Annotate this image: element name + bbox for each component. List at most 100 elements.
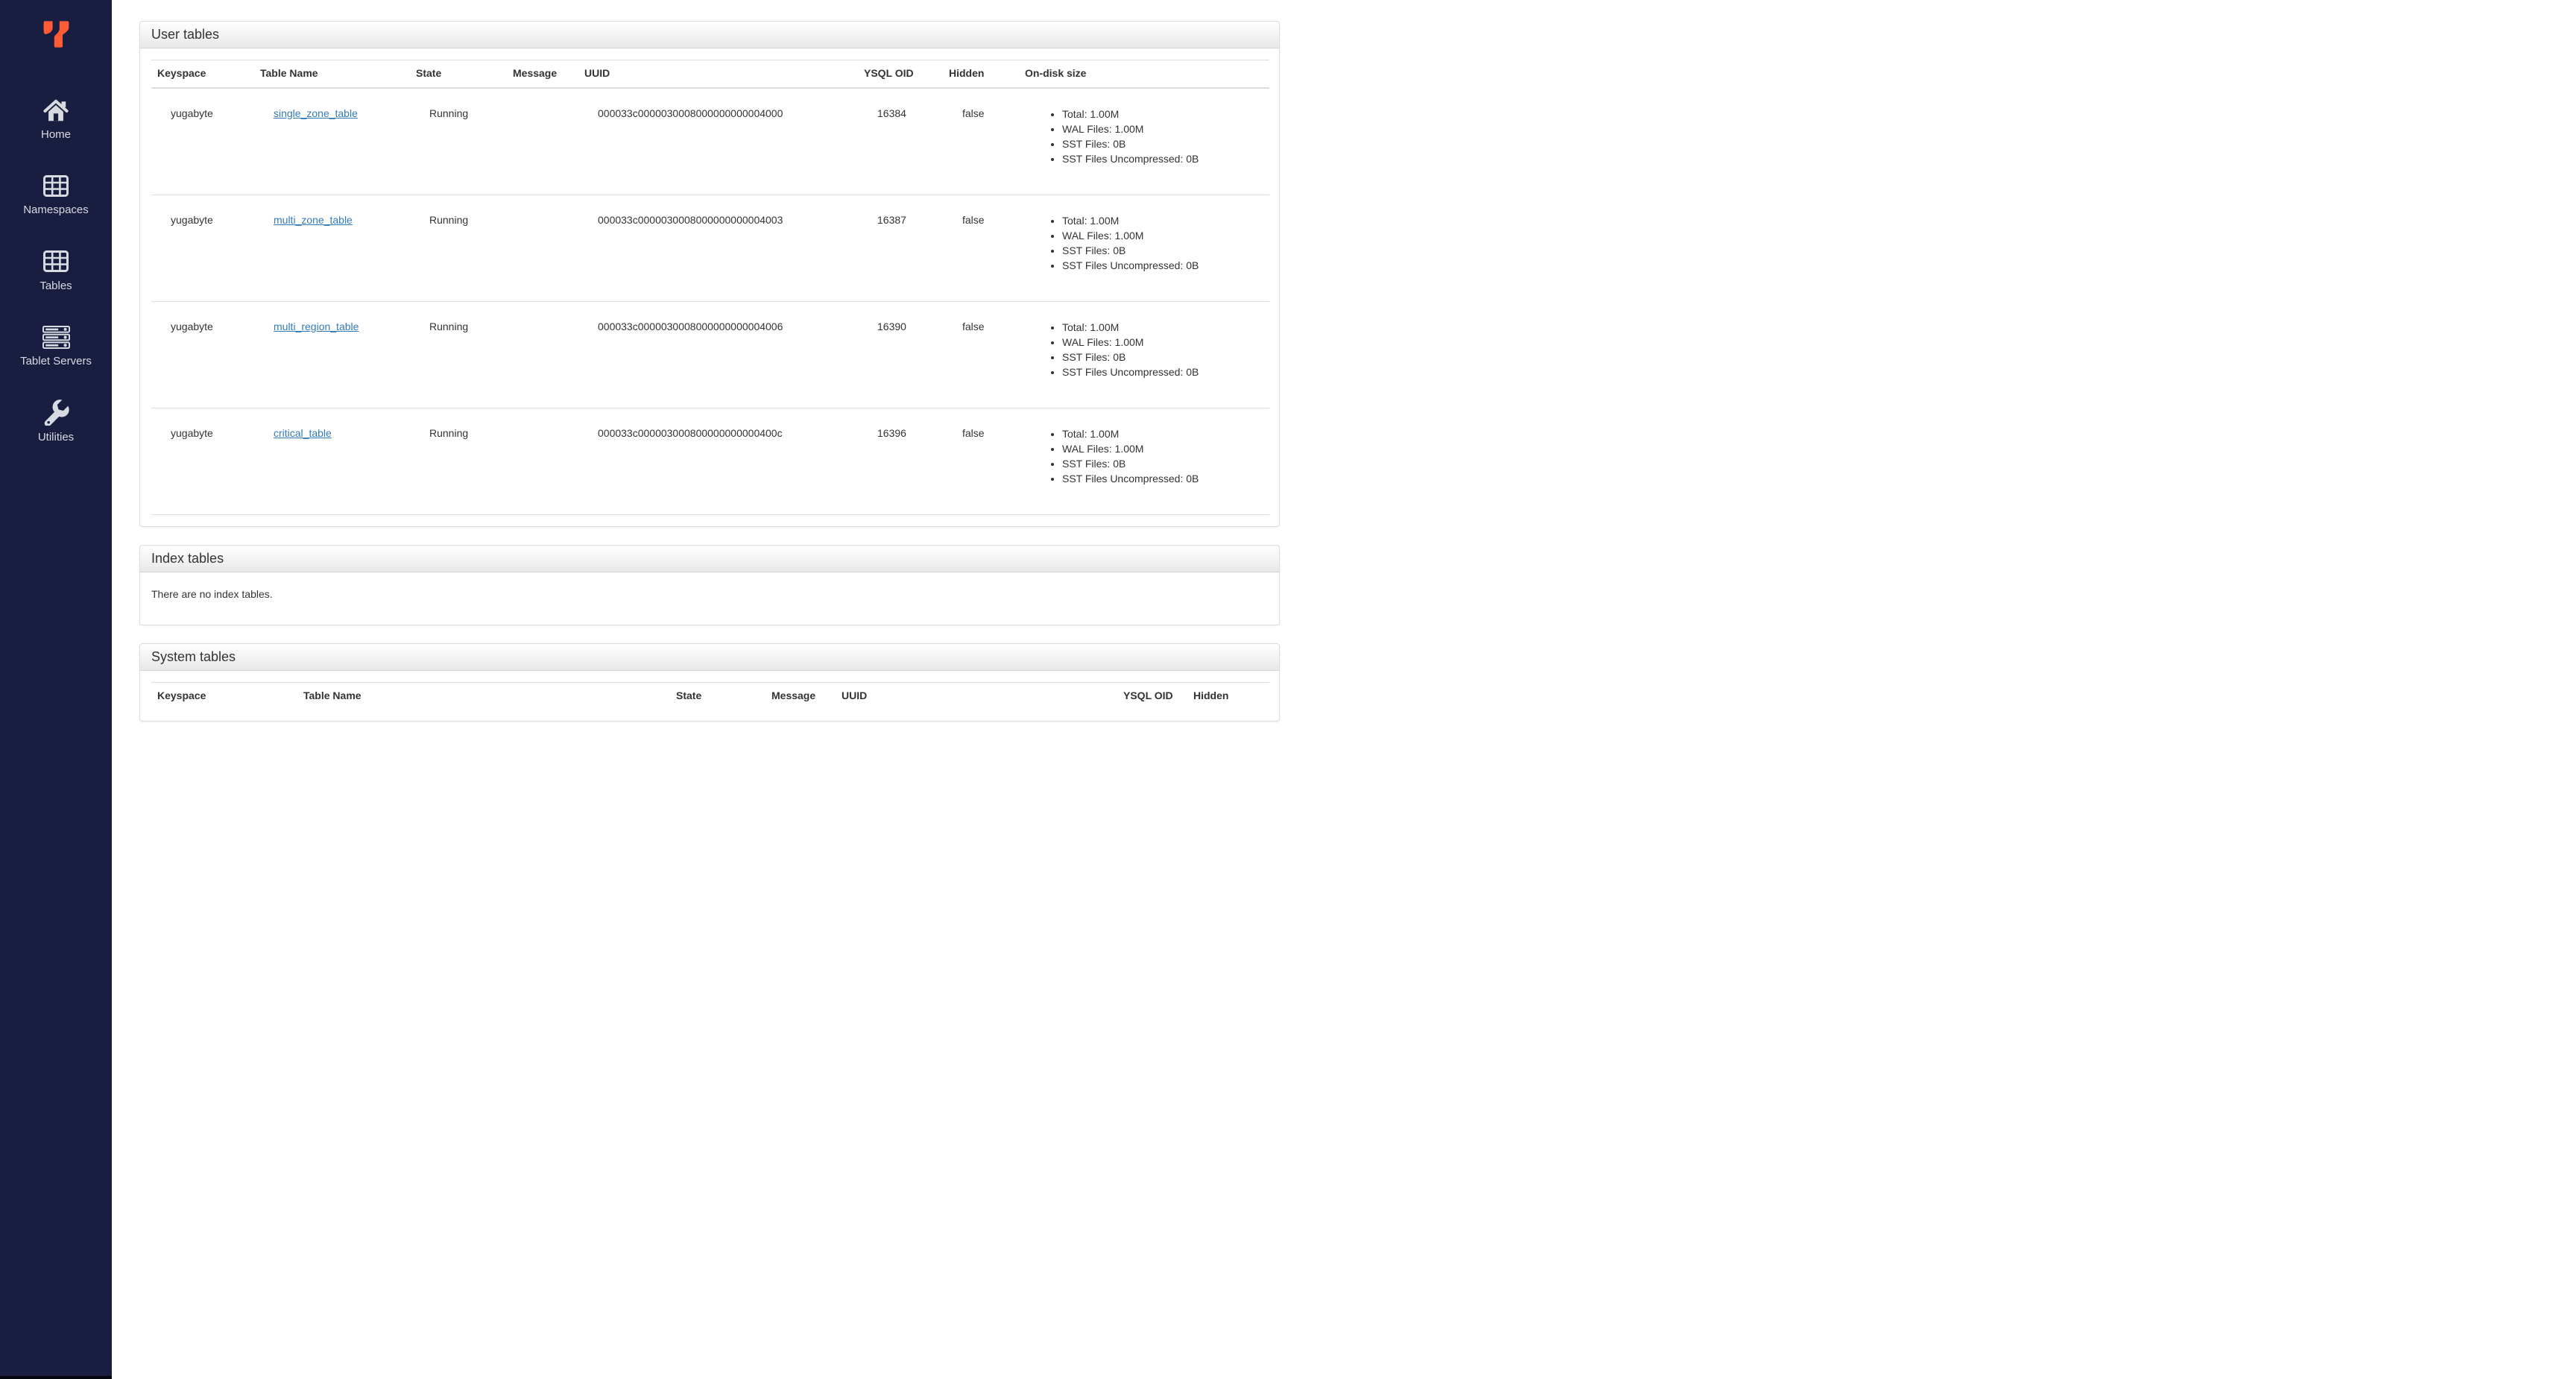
- index-tables-title: Index tables: [140, 545, 1279, 572]
- cell-hidden: false: [943, 408, 1019, 515]
- cell-on-disk-size: Total: 1.00M WAL Files: 1.00M SST Files:…: [1019, 87, 1269, 195]
- index-tables-empty-message: There are no index tables.: [151, 587, 273, 600]
- col-header-on-disk-size: On-disk size: [1019, 59, 1269, 89]
- sidebar-item-label: Tablet Servers: [20, 355, 92, 368]
- cell-table-name: multi_region_table: [254, 301, 410, 408]
- col-header-state: State: [670, 681, 765, 710]
- index-tables-body: There are no index tables.: [140, 572, 1279, 625]
- sidebar-item-utilities[interactable]: Utilities: [0, 400, 112, 445]
- user-tables-title: User tables: [140, 22, 1279, 48]
- on-disk-size-list: Total: 1.00M WAL Files: 1.00M SST Files:…: [1038, 107, 1263, 166]
- col-header-message: Message: [765, 681, 836, 710]
- disk-sst-uncompressed: SST Files Uncompressed: 0B: [1062, 258, 1263, 273]
- cell-uuid: 000033c0000030008000000000004006: [578, 301, 858, 408]
- cell-table-name: critical_table: [254, 408, 410, 515]
- sidebar-item-tables[interactable]: Tables: [0, 248, 112, 294]
- user-tables-panel: User tables Keyspace Table Name State Me…: [139, 21, 1280, 527]
- user-tables-header-row: Keyspace Table Name State Message UUID Y…: [151, 59, 1269, 89]
- system-tables-table: Keyspace Table Name State Message UUID Y…: [151, 681, 1269, 710]
- disk-sst: SST Files: 0B: [1062, 136, 1263, 151]
- index-tables-panel: Index tables There are no index tables.: [139, 544, 1280, 625]
- system-tables-panel: System tables Keyspace Table Name State …: [139, 643, 1280, 722]
- system-tables-body: Keyspace Table Name State Message UUID Y…: [140, 671, 1279, 721]
- disk-wal: WAL Files: 1.00M: [1062, 228, 1263, 243]
- cell-message: [507, 408, 578, 515]
- namespaces-icon: [43, 172, 69, 199]
- cell-uuid: 000033c000003000800000000000400c: [578, 408, 858, 515]
- cell-table-name: single_zone_table: [254, 87, 410, 195]
- table-row: yugabyte multi_region_table Running 0000…: [151, 301, 1269, 408]
- utilities-icon: [43, 400, 69, 426]
- cell-ysql-oid: 16387: [858, 195, 943, 302]
- cell-on-disk-size: Total: 1.00M WAL Files: 1.00M SST Files:…: [1019, 301, 1269, 408]
- cell-on-disk-size: Total: 1.00M WAL Files: 1.00M SST Files:…: [1019, 408, 1269, 515]
- sidebar-item-home[interactable]: Home: [0, 97, 112, 142]
- tables-icon: [43, 248, 69, 275]
- cell-ysql-oid: 16390: [858, 301, 943, 408]
- cell-hidden: false: [943, 301, 1019, 408]
- sidebar-item-label: Tables: [40, 279, 72, 292]
- sidebar-bottom-strip: [0, 1376, 112, 1379]
- user-tables-body: Keyspace Table Name State Message UUID Y…: [140, 48, 1279, 526]
- table-name-link[interactable]: multi_zone_table: [274, 214, 353, 226]
- cell-uuid: 000033c0000030008000000000004000: [578, 87, 858, 195]
- table-name-link[interactable]: single_zone_table: [274, 107, 358, 119]
- cell-keyspace: yugabyte: [151, 408, 254, 515]
- cell-message: [507, 301, 578, 408]
- cell-message: [507, 195, 578, 302]
- col-header-uuid: UUID: [578, 59, 858, 89]
- disk-sst-uncompressed: SST Files Uncompressed: 0B: [1062, 365, 1263, 379]
- col-header-hidden: Hidden: [1187, 681, 1269, 710]
- cell-uuid: 000033c0000030008000000000004003: [578, 195, 858, 302]
- table-row: yugabyte multi_zone_table Running 000033…: [151, 195, 1269, 302]
- col-header-uuid: UUID: [836, 681, 1117, 710]
- cell-message: [507, 87, 578, 195]
- cell-state: Running: [410, 301, 507, 408]
- cell-state: Running: [410, 195, 507, 302]
- cell-keyspace: yugabyte: [151, 195, 254, 302]
- col-header-state: State: [410, 59, 507, 89]
- home-icon: [43, 97, 69, 124]
- col-header-table-name: Table Name: [297, 681, 670, 710]
- cell-ysql-oid: 16384: [858, 87, 943, 195]
- table-name-link[interactable]: critical_table: [274, 427, 332, 439]
- disk-total: Total: 1.00M: [1062, 107, 1263, 122]
- disk-sst-uncompressed: SST Files Uncompressed: 0B: [1062, 471, 1263, 486]
- system-tables-header-row: Keyspace Table Name State Message UUID Y…: [151, 681, 1269, 710]
- on-disk-size-list: Total: 1.00M WAL Files: 1.00M SST Files:…: [1038, 426, 1263, 486]
- col-header-keyspace: Keyspace: [151, 59, 254, 89]
- col-header-ysql-oid: YSQL OID: [1117, 681, 1187, 710]
- yugabyte-logo-icon: [43, 21, 69, 48]
- cell-state: Running: [410, 87, 507, 195]
- cell-keyspace: yugabyte: [151, 301, 254, 408]
- col-header-message: Message: [507, 59, 578, 89]
- sidebar: Home Namespaces Tables Tablet Servers Ut…: [0, 0, 112, 1379]
- disk-sst-uncompressed: SST Files Uncompressed: 0B: [1062, 151, 1263, 166]
- disk-sst: SST Files: 0B: [1062, 243, 1263, 258]
- disk-wal: WAL Files: 1.00M: [1062, 122, 1263, 136]
- cell-table-name: multi_zone_table: [254, 195, 410, 302]
- sidebar-item-tablet-servers[interactable]: Tablet Servers: [0, 324, 112, 369]
- table-row: yugabyte single_zone_table Running 00003…: [151, 87, 1269, 195]
- table-row: yugabyte critical_table Running 000033c0…: [151, 408, 1269, 515]
- col-header-keyspace: Keyspace: [151, 681, 297, 710]
- disk-sst: SST Files: 0B: [1062, 456, 1263, 471]
- disk-wal: WAL Files: 1.00M: [1062, 441, 1263, 456]
- sidebar-item-namespaces[interactable]: Namespaces: [0, 172, 112, 218]
- system-tables-title: System tables: [140, 643, 1279, 671]
- on-disk-size-list: Total: 1.00M WAL Files: 1.00M SST Files:…: [1038, 320, 1263, 379]
- col-header-hidden: Hidden: [943, 59, 1019, 89]
- cell-hidden: false: [943, 87, 1019, 195]
- cell-keyspace: yugabyte: [151, 87, 254, 195]
- sidebar-item-label: Home: [40, 128, 71, 141]
- cell-hidden: false: [943, 195, 1019, 302]
- table-name-link[interactable]: multi_region_table: [274, 321, 359, 332]
- yugabyte-logo[interactable]: [40, 19, 72, 49]
- cell-state: Running: [410, 408, 507, 515]
- sidebar-nav: Home Namespaces Tables Tablet Servers Ut…: [0, 97, 112, 475]
- sidebar-item-label: Namespaces: [23, 203, 89, 217]
- col-header-ysql-oid: YSQL OID: [858, 59, 943, 89]
- disk-total: Total: 1.00M: [1062, 320, 1263, 335]
- sidebar-item-label: Utilities: [37, 430, 75, 444]
- cell-on-disk-size: Total: 1.00M WAL Files: 1.00M SST Files:…: [1019, 195, 1269, 302]
